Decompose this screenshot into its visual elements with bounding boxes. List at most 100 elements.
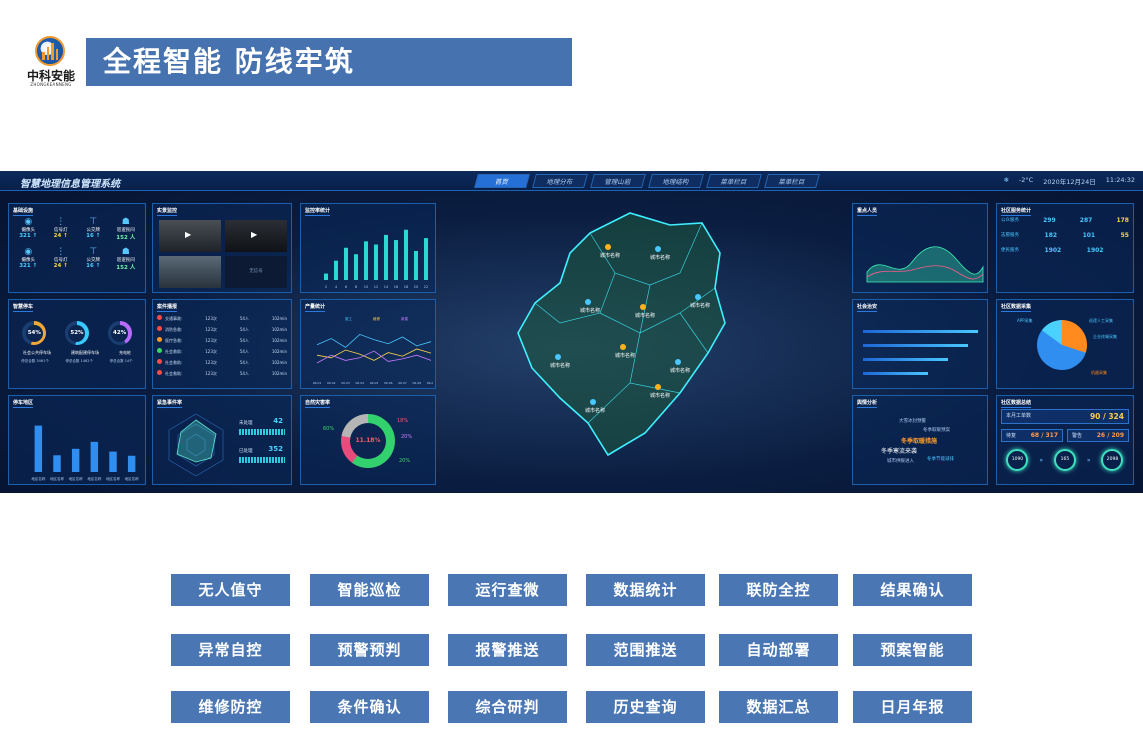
camera-feed[interactable]: ▶ — [159, 220, 221, 252]
camera-feed[interactable]: ▶ — [225, 220, 287, 252]
bar — [344, 247, 348, 280]
social-bar — [863, 344, 968, 347]
camera-icon: ◉ — [24, 217, 33, 227]
case-row: 医疗急救: 123次 54人 102min — [157, 335, 287, 346]
panel-title: 社区数据总结 — [1001, 400, 1032, 408]
alert-icon — [157, 337, 162, 342]
facility-item: ⋮ 信号灯 24 ↑ — [46, 217, 77, 241]
social-bar — [863, 372, 928, 375]
alert-icon — [157, 326, 162, 331]
pie-label: 巡逻人工采集 — [1089, 318, 1113, 323]
bar — [324, 273, 328, 280]
bar — [374, 244, 378, 280]
tag-item[interactable]: 冬季寒流来袭 — [881, 446, 917, 455]
weather-marker-icon — [695, 294, 701, 300]
panel-title: 社区数据采集 — [1001, 304, 1032, 312]
pie-label: 企业终端采集 — [1093, 334, 1117, 339]
tag-cloud: 冬季取暖措施 冬季寒流来袭 大雪冰封预警 冬季取暖预案 城市供暖进入 冬季节能减… — [853, 396, 987, 484]
x-tick-label: 地区名称 — [106, 476, 120, 481]
x-tick-label: 地区名称 — [50, 476, 64, 481]
province-map[interactable]: 城市名称 城市名称城市名称城市名称城市名称城市名称城市名称城市名称城市名称城市名称 — [440, 193, 840, 493]
camera-feed-offline[interactable]: 无信号 — [225, 256, 287, 288]
disaster-pct: 18% — [397, 418, 409, 424]
disaster-center: 11.18% — [350, 423, 386, 459]
tag-item[interactable]: 大雪冰封预警 — [899, 418, 926, 424]
btn-operation-check[interactable]: 运行查微 — [448, 574, 567, 606]
panel-title: 产量统计 — [305, 304, 326, 312]
btn-unattended[interactable]: 无人值守 — [171, 574, 290, 606]
btn-abnormal-control[interactable]: 异常自控 — [171, 634, 290, 666]
camera-feed[interactable] — [159, 256, 221, 288]
nav-tab-management[interactable]: 管理山岩 — [590, 174, 646, 188]
weather-marker-icon — [605, 244, 611, 250]
nav-tab-structure[interactable]: 地理结构 — [648, 174, 704, 188]
case-list: 交通事故: 123次 54人 102min 消防急救: 123次 54人 102min 医疗… — [157, 313, 287, 384]
facility-item: ⋮ 信号灯 24 ↑ — [46, 247, 77, 271]
series-line — [316, 350, 432, 364]
btn-data-stats[interactable]: 数据统计 — [586, 574, 705, 606]
chevron-right-icon: » — [1086, 456, 1091, 464]
btn-maintenance[interactable]: 维修防控 — [171, 691, 290, 723]
x-tick-label: 06.06 — [384, 381, 393, 385]
btn-joint-control[interactable]: 联防全控 — [719, 574, 838, 606]
btn-comprehensive[interactable]: 综合研判 — [448, 691, 567, 723]
btn-result-confirm[interactable]: 结果确认 — [853, 574, 972, 606]
x-tick-label: 10 — [364, 285, 368, 289]
collection-pie — [1037, 320, 1087, 370]
btn-auto-deploy[interactable]: 自动部署 — [719, 634, 838, 666]
panel-data-collection: 社区数据采集 APP采集 巡逻人工采集 企业终端采集 机器采集 — [996, 299, 1134, 389]
series-line — [316, 333, 432, 348]
x-tick-label: 06.02 — [327, 381, 336, 385]
facility-item: ⊤ 公交牌 16 ↑ — [78, 217, 109, 241]
map-city-label: 城市名称 — [585, 407, 605, 414]
company-logo: 中科安能 ZHONGKEANNENG — [24, 36, 78, 88]
weather-marker-icon — [640, 304, 646, 310]
x-tick-label: 20 — [414, 285, 418, 289]
weather-date: 2020年12月24日 — [1043, 178, 1096, 186]
pending-count: 42 — [273, 417, 283, 425]
map-city-label: 城市名称 — [690, 302, 710, 309]
map-city-label: 城市名称 — [615, 352, 635, 359]
nav-tab-menu-2[interactable]: 菜单栏目 — [764, 174, 820, 188]
legend-entry: 新建 — [401, 316, 409, 321]
btn-warning-predict[interactable]: 预警预判 — [310, 634, 429, 666]
tag-item[interactable]: 城市供暖进入 — [887, 458, 914, 464]
panel-title: 社区服务统计 — [1001, 208, 1032, 216]
nav-tab-distribution[interactable]: 地理分布 — [532, 174, 588, 188]
btn-smart-patrol[interactable]: 智能巡检 — [310, 574, 429, 606]
btn-alarm-push[interactable]: 报警推送 — [448, 634, 567, 666]
btn-condition-confirm[interactable]: 条件确认 — [310, 691, 429, 723]
bar — [384, 234, 388, 280]
x-tick-label: 06.01 — [313, 381, 322, 385]
btn-history-query[interactable]: 历史查询 — [586, 691, 705, 723]
done-bar — [239, 457, 285, 463]
x-tick-label: 地区名称 — [125, 476, 139, 481]
x-tick-label: 地区名称 — [87, 476, 101, 481]
btn-plan-smart[interactable]: 预案智能 — [853, 634, 972, 666]
tag-item[interactable]: 冬季取暖预案 — [923, 427, 950, 433]
panel-title: 实景监控 — [157, 208, 178, 216]
chevron-right-icon: » — [1039, 456, 1044, 464]
btn-data-summary[interactable]: 数据汇总 — [719, 691, 838, 723]
nav-tab-menu-1[interactable]: 菜单栏目 — [706, 174, 762, 188]
disaster-pct: 60% — [323, 426, 335, 432]
facility-item: ⊤ 公交牌 16 ↑ — [78, 247, 109, 271]
btn-reports[interactable]: 日月年报 — [853, 691, 972, 723]
bar — [34, 425, 43, 472]
done-label: 已处理 — [239, 449, 253, 454]
facility-item: ☗ 巡逻民间 152 人 — [111, 217, 142, 241]
tag-item[interactable]: 冬季节能减排 — [927, 456, 954, 462]
tag-item[interactable]: 冬季取暖措施 — [901, 436, 937, 445]
panel-title: 基础设施 — [13, 208, 34, 216]
map-city-label: 城市名称 — [650, 392, 670, 399]
social-bar — [863, 358, 948, 361]
stat-circle: 165 — [1053, 449, 1076, 471]
facility-grid: ◉ 摄像头 321 ↑ ⋮ 信号灯 24 ↑ ⊤ 公交牌 16 ↑ ☗ 巡逻民间 152 人 ◉… — [13, 217, 141, 271]
btn-range-push[interactable]: 范围推送 — [586, 634, 705, 666]
output-line-chart: 施工 维修 新建 06.01 06.02 06.03 06.04 06.05 06.06 06.0… — [313, 316, 433, 385]
panel-title: 停车地区 — [13, 400, 34, 408]
panel-emergency: 紧急事件率 未处理 42 已处理 352 — [152, 395, 292, 485]
ring-gauge: 42% — [107, 321, 132, 345]
x-tick-label: 2 — [325, 285, 327, 289]
nav-tab-home[interactable]: 首页 — [474, 174, 530, 188]
